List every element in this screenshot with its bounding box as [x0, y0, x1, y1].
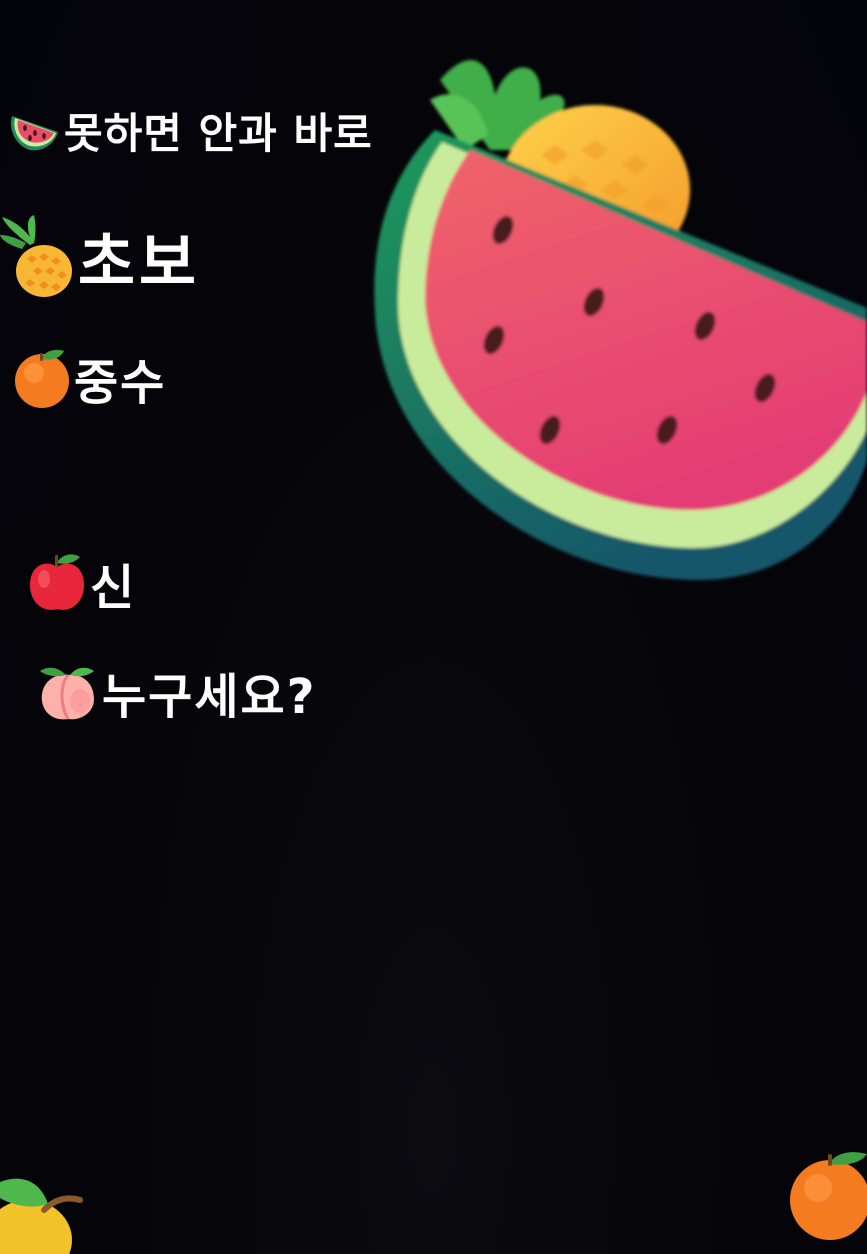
tier-row-apple: 신	[26, 550, 135, 616]
tier-row-peach: 누구세요?	[38, 660, 317, 725]
apple-icon	[26, 551, 88, 615]
tangerine-corner-icon	[786, 1148, 867, 1244]
watermelon-icon	[8, 106, 60, 154]
pineapple-icon	[0, 215, 76, 299]
tier-row-pineapple: 초보	[0, 214, 200, 300]
tangerine-icon	[12, 347, 72, 409]
tier-label-1: 못하면 안과 바로	[64, 108, 373, 158]
tier-label-4: 신	[90, 560, 136, 616]
tier-label-2: 초보	[78, 226, 201, 299]
tier-row-watermelon: 못하면 안과 바로	[8, 104, 373, 158]
fruit-ranking-screen: 못하면 안과 바로 초보 중수 신 누구세요?	[0, 0, 867, 1254]
tier-row-tangerine: 중수	[12, 346, 167, 411]
pear-icon	[0, 1170, 90, 1254]
tier-label-5: 누구세요?	[102, 669, 317, 725]
tier-label-3: 중수	[74, 355, 167, 411]
large-fruit-decoration	[370, 40, 867, 590]
peach-icon	[38, 661, 98, 723]
